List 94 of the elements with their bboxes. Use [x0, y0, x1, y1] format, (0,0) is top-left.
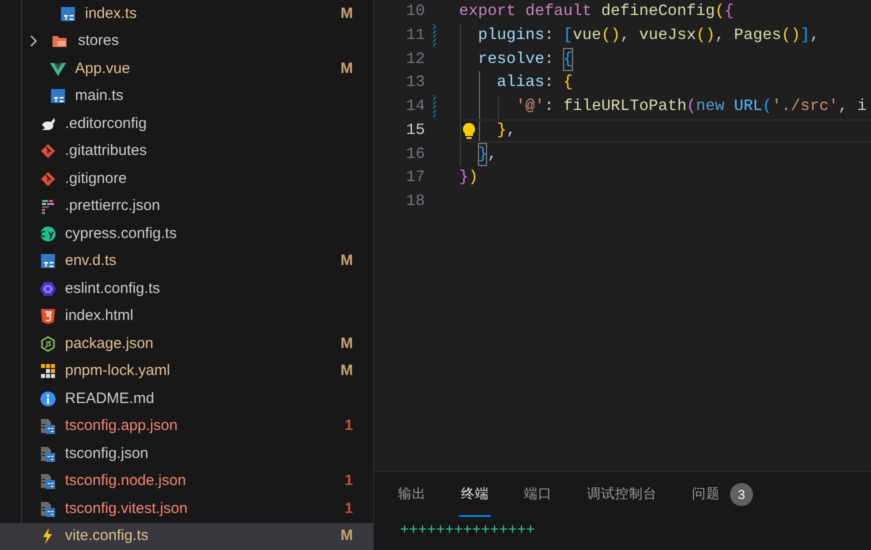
- file-name: tsconfig.node.json: [65, 471, 186, 491]
- status-label: M: [340, 334, 353, 354]
- file-row[interactable]: tsconfig.node.json 1: [0, 468, 373, 495]
- config-file-icon: [40, 473, 56, 490]
- line-number: 13: [405, 72, 425, 94]
- file-row[interactable]: index.ts M: [0, 0, 373, 28]
- code-line: alias: {: [459, 71, 871, 95]
- file-name: vite.config.ts: [65, 526, 148, 546]
- file-name: main.ts: [75, 86, 124, 106]
- file-row[interactable]: main.ts: [0, 82, 373, 110]
- file-name: .gitattributes: [65, 141, 147, 161]
- file-row[interactable]: tsconfig.json: [0, 440, 373, 468]
- git-diamond-icon: [40, 170, 56, 187]
- file-name: App.vue: [75, 58, 130, 78]
- file-name: package.json: [65, 334, 154, 354]
- file-row[interactable]: tsconfig.vitest.json 1: [0, 495, 373, 522]
- line-number: 12: [405, 48, 425, 70]
- change-marker[interactable]: [433, 24, 436, 48]
- file-name: pnpm-lock.yaml: [65, 361, 170, 381]
- config-file-icon: [40, 418, 56, 434]
- status-label: 1: [344, 498, 353, 518]
- panel-tab[interactable]: 终端: [459, 472, 491, 517]
- panel-tab[interactable]: 问题: [690, 472, 722, 517]
- lightbulb-icon[interactable]: [463, 122, 475, 139]
- status-label: 1: [344, 416, 353, 436]
- status-label: M: [340, 361, 353, 381]
- file-name: index.html: [65, 306, 134, 326]
- line-number: 10: [405, 1, 425, 22]
- line-number: 15: [405, 120, 425, 141]
- file-name: tsconfig.vitest.json: [65, 498, 188, 518]
- status-label: M: [340, 251, 353, 271]
- file-row[interactable]: .prettierrc.json: [0, 192, 373, 220]
- typescript-file-icon: [40, 253, 56, 270]
- file-row[interactable]: README.md: [0, 385, 373, 412]
- config-file-icon: [40, 446, 56, 462]
- panel-tab[interactable]: 输出: [396, 472, 428, 517]
- code-line: }): [459, 167, 479, 188]
- file-row[interactable]: cypress.config.ts: [0, 220, 373, 248]
- file-row[interactable]: eslint.config.ts: [0, 275, 373, 302]
- hexagon-icon: [40, 280, 56, 297]
- info-icon: [40, 390, 56, 407]
- line-number: 14: [405, 96, 425, 118]
- code-line: resolve: {: [459, 48, 871, 72]
- file-row[interactable]: .gitattributes: [0, 138, 373, 165]
- file-name: stores: [78, 31, 119, 51]
- status-label: 1: [344, 471, 353, 491]
- count-badge: 3: [730, 483, 753, 506]
- status-label: M: [340, 4, 353, 24]
- file-row[interactable]: stores: [0, 28, 373, 55]
- file-name: tsconfig.json: [65, 444, 148, 464]
- status-label: M: [340, 58, 353, 78]
- v-logo-icon: [50, 60, 66, 77]
- round-logo-icon: [40, 226, 56, 242]
- file-name: .prettierrc.json: [65, 196, 160, 216]
- change-marker[interactable]: [433, 95, 436, 119]
- hexagon-outline-icon: [40, 336, 56, 352]
- panel-tab[interactable]: 调试控制台: [585, 472, 659, 517]
- terminal-output: +++++++++++++++: [400, 521, 536, 541]
- typescript-file-icon: [60, 6, 76, 22]
- panel-tab[interactable]: 端口: [522, 472, 554, 517]
- file-row[interactable]: .gitignore: [0, 165, 373, 192]
- html-shield-icon: [40, 308, 56, 324]
- file-row[interactable]: vite.config.ts M: [0, 522, 373, 550]
- line-number: 11: [405, 24, 425, 46]
- file-row[interactable]: index.html: [0, 302, 373, 330]
- chevron-icon[interactable]: [30, 35, 38, 48]
- file-name: tsconfig.app.json: [65, 416, 178, 436]
- file-row[interactable]: tsconfig.app.json 1: [0, 412, 373, 440]
- code-line: export default defineConfig({: [459, 1, 735, 22]
- file-name: .editorconfig: [65, 114, 147, 134]
- status-label: M: [340, 526, 353, 546]
- file-row[interactable]: env.d.ts M: [0, 248, 373, 275]
- file-name: cypress.config.ts: [65, 224, 177, 244]
- code-line: },: [459, 142, 871, 166]
- line-number: 16: [405, 144, 425, 165]
- file-name: .gitignore: [65, 168, 127, 188]
- file-row[interactable]: .editorconfig: [0, 110, 373, 138]
- file-row[interactable]: App.vue M: [0, 55, 373, 82]
- file-row[interactable]: pnpm-lock.yaml M: [0, 358, 373, 385]
- line-number: 17: [405, 167, 425, 188]
- file-name: index.ts: [85, 4, 137, 24]
- git-diamond-icon: [40, 143, 56, 160]
- code-line: },: [459, 118, 871, 142]
- file-row[interactable]: package.json M: [0, 330, 373, 358]
- folder-icon: [50, 33, 69, 50]
- code-line: '@': fileURLToPath(new URL('./src', i: [459, 95, 871, 119]
- file-name: README.md: [65, 388, 154, 408]
- file-name: eslint.config.ts: [65, 278, 160, 298]
- file-name: env.d.ts: [65, 251, 116, 271]
- line-number: 18: [405, 191, 425, 212]
- code-line: plugins: [vue(), vueJsx(), Pages()],: [459, 24, 871, 48]
- grid-icon: [40, 363, 56, 380]
- typescript-file-icon: [50, 88, 66, 104]
- config-file-icon: [40, 500, 56, 517]
